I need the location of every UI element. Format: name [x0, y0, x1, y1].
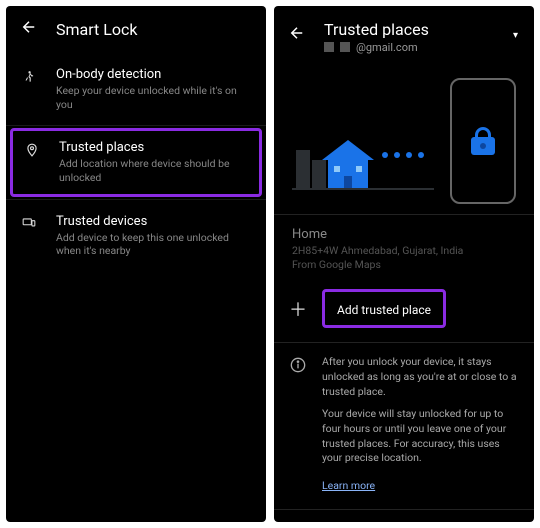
header: Smart Lock — [6, 6, 266, 55]
walking-icon — [20, 67, 38, 85]
place-source: From Google Maps — [292, 258, 516, 272]
add-trusted-place-button[interactable]: Add trusted place — [322, 289, 446, 328]
account-row[interactable]: @gmail.com — [324, 39, 429, 54]
account-email: @gmail.com — [356, 41, 418, 54]
home-place-entry[interactable]: Home 2H85+4W Ahmedabad, Gujarat, India F… — [274, 215, 534, 285]
back-arrow-icon[interactable] — [20, 18, 38, 41]
back-arrow-icon[interactable] — [288, 20, 306, 47]
house-icon — [322, 140, 374, 188]
option-subtitle: Keep your device unlocked while it's on … — [56, 84, 252, 111]
trusted-places-screen: Trusted places @gmail.com ▾ — [274, 6, 534, 522]
avatar-placeholder — [324, 42, 334, 52]
learn-more-link[interactable]: Learn more — [322, 479, 375, 492]
option-on-body-detection[interactable]: On-body detection Keep your device unloc… — [6, 55, 266, 123]
page-title: Trusted places — [324, 20, 429, 39]
info-paragraph: After you unlock your device, it stays u… — [322, 355, 518, 399]
option-title: Trusted places — [59, 140, 249, 155]
divider — [6, 199, 266, 200]
add-button-label: Add trusted place — [337, 303, 431, 317]
avatar-placeholder — [340, 42, 350, 52]
option-subtitle: Add device to keep this one unlocked whe… — [56, 231, 252, 258]
connection-dots-icon — [382, 152, 424, 158]
option-title: On-body detection — [56, 67, 252, 82]
info-section: After you unlock your device, it stays u… — [274, 343, 534, 499]
divider — [274, 509, 534, 510]
add-trusted-place-row[interactable]: ＋ Add trusted place — [274, 285, 534, 334]
chevron-down-icon[interactable]: ▾ — [513, 30, 518, 41]
option-title: Trusted devices — [56, 214, 252, 229]
place-label: Home — [292, 227, 516, 242]
illustration — [274, 64, 534, 214]
option-subtitle: Add location where device should be unlo… — [59, 157, 249, 184]
smart-lock-screen: Smart Lock On-body detection Keep your d… — [6, 6, 266, 522]
devices-icon — [20, 214, 38, 230]
place-address: 2H85+4W Ahmedabad, Gujarat, India — [292, 244, 516, 258]
info-paragraph: Your device will stay unlocked for up to… — [322, 407, 518, 466]
info-icon — [288, 355, 308, 377]
page-title: Smart Lock — [56, 20, 137, 39]
phone-lock-illustration — [450, 78, 516, 204]
lock-icon — [471, 127, 495, 155]
divider — [6, 125, 266, 126]
plus-icon: ＋ — [288, 296, 308, 322]
header: Trusted places @gmail.com ▾ — [274, 6, 534, 64]
location-pin-icon — [23, 140, 41, 158]
option-trusted-places[interactable]: Trusted places Add location where device… — [10, 128, 262, 196]
option-trusted-devices[interactable]: Trusted devices Add device to keep this … — [6, 202, 266, 270]
